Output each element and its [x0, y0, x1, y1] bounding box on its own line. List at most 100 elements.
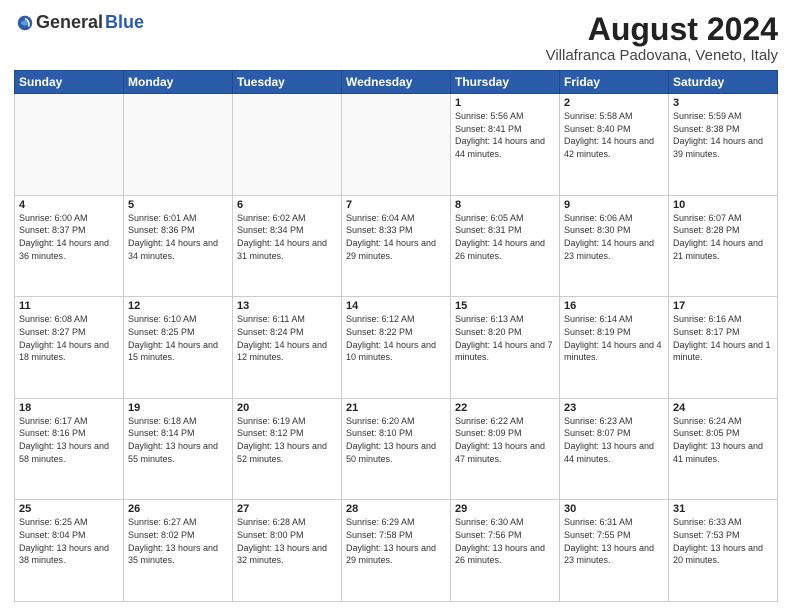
calendar-cell: 28Sunrise: 6:29 AM Sunset: 7:58 PM Dayli…: [342, 500, 451, 602]
calendar-cell: 2Sunrise: 5:58 AM Sunset: 8:40 PM Daylig…: [560, 94, 669, 196]
day-number: 23: [564, 402, 664, 414]
day-number: 12: [128, 300, 228, 312]
calendar-cell: 1Sunrise: 5:56 AM Sunset: 8:41 PM Daylig…: [451, 94, 560, 196]
day-info: Sunrise: 6:30 AM Sunset: 7:56 PM Dayligh…: [455, 516, 555, 566]
calendar-cell: 26Sunrise: 6:27 AM Sunset: 8:02 PM Dayli…: [124, 500, 233, 602]
day-info: Sunrise: 6:17 AM Sunset: 8:16 PM Dayligh…: [19, 415, 119, 465]
calendar-cell: 18Sunrise: 6:17 AM Sunset: 8:16 PM Dayli…: [15, 398, 124, 500]
day-number: 26: [128, 503, 228, 515]
calendar-cell: 21Sunrise: 6:20 AM Sunset: 8:10 PM Dayli…: [342, 398, 451, 500]
day-info: Sunrise: 6:08 AM Sunset: 8:27 PM Dayligh…: [19, 313, 119, 363]
day-number: 13: [237, 300, 337, 312]
month-title: August 2024: [546, 12, 778, 47]
day-number: 28: [346, 503, 446, 515]
day-info: Sunrise: 6:13 AM Sunset: 8:20 PM Dayligh…: [455, 313, 555, 363]
day-info: Sunrise: 6:11 AM Sunset: 8:24 PM Dayligh…: [237, 313, 337, 363]
calendar-cell: 12Sunrise: 6:10 AM Sunset: 8:25 PM Dayli…: [124, 297, 233, 399]
day-number: 25: [19, 503, 119, 515]
calendar-cell: [233, 94, 342, 196]
day-number: 10: [673, 199, 773, 211]
day-header-monday: Monday: [124, 71, 233, 94]
calendar-cell: [124, 94, 233, 196]
day-info: Sunrise: 6:04 AM Sunset: 8:33 PM Dayligh…: [346, 212, 446, 262]
day-number: 7: [346, 199, 446, 211]
day-number: 21: [346, 402, 446, 414]
day-number: 9: [564, 199, 664, 211]
day-info: Sunrise: 6:07 AM Sunset: 8:28 PM Dayligh…: [673, 212, 773, 262]
title-block: August 2024 Villafranca Padovana, Veneto…: [546, 12, 778, 64]
calendar-cell: [342, 94, 451, 196]
calendar-body: 1Sunrise: 5:56 AM Sunset: 8:41 PM Daylig…: [15, 94, 778, 602]
day-header-saturday: Saturday: [669, 71, 778, 94]
calendar-cell: 14Sunrise: 6:12 AM Sunset: 8:22 PM Dayli…: [342, 297, 451, 399]
page: General Blue August 2024 Villafranca Pad…: [0, 0, 792, 612]
day-info: Sunrise: 6:22 AM Sunset: 8:09 PM Dayligh…: [455, 415, 555, 465]
day-number: 11: [19, 300, 119, 312]
day-number: 8: [455, 199, 555, 211]
day-info: Sunrise: 5:56 AM Sunset: 8:41 PM Dayligh…: [455, 110, 555, 160]
day-number: 2: [564, 97, 664, 109]
day-info: Sunrise: 6:00 AM Sunset: 8:37 PM Dayligh…: [19, 212, 119, 262]
day-header-wednesday: Wednesday: [342, 71, 451, 94]
day-number: 30: [564, 503, 664, 515]
day-info: Sunrise: 6:10 AM Sunset: 8:25 PM Dayligh…: [128, 313, 228, 363]
logo-general-text: General: [36, 12, 103, 33]
day-number: 24: [673, 402, 773, 414]
day-number: 5: [128, 199, 228, 211]
calendar-cell: [15, 94, 124, 196]
day-info: Sunrise: 6:16 AM Sunset: 8:17 PM Dayligh…: [673, 313, 773, 363]
header: General Blue August 2024 Villafranca Pad…: [14, 12, 778, 64]
day-info: Sunrise: 6:27 AM Sunset: 8:02 PM Dayligh…: [128, 516, 228, 566]
calendar-cell: 6Sunrise: 6:02 AM Sunset: 8:34 PM Daylig…: [233, 195, 342, 297]
day-number: 4: [19, 199, 119, 211]
calendar-cell: 8Sunrise: 6:05 AM Sunset: 8:31 PM Daylig…: [451, 195, 560, 297]
day-info: Sunrise: 6:29 AM Sunset: 7:58 PM Dayligh…: [346, 516, 446, 566]
day-header-tuesday: Tuesday: [233, 71, 342, 94]
day-info: Sunrise: 6:25 AM Sunset: 8:04 PM Dayligh…: [19, 516, 119, 566]
day-number: 17: [673, 300, 773, 312]
calendar-cell: 11Sunrise: 6:08 AM Sunset: 8:27 PM Dayli…: [15, 297, 124, 399]
day-info: Sunrise: 6:14 AM Sunset: 8:19 PM Dayligh…: [564, 313, 664, 363]
day-info: Sunrise: 6:23 AM Sunset: 8:07 PM Dayligh…: [564, 415, 664, 465]
calendar-table: SundayMondayTuesdayWednesdayThursdayFrid…: [14, 70, 778, 602]
day-info: Sunrise: 6:19 AM Sunset: 8:12 PM Dayligh…: [237, 415, 337, 465]
calendar-header-row: SundayMondayTuesdayWednesdayThursdayFrid…: [15, 71, 778, 94]
day-number: 6: [237, 199, 337, 211]
day-header-sunday: Sunday: [15, 71, 124, 94]
calendar-cell: 19Sunrise: 6:18 AM Sunset: 8:14 PM Dayli…: [124, 398, 233, 500]
calendar-cell: 3Sunrise: 5:59 AM Sunset: 8:38 PM Daylig…: [669, 94, 778, 196]
day-number: 16: [564, 300, 664, 312]
day-info: Sunrise: 5:59 AM Sunset: 8:38 PM Dayligh…: [673, 110, 773, 160]
day-number: 31: [673, 503, 773, 515]
calendar-cell: 5Sunrise: 6:01 AM Sunset: 8:36 PM Daylig…: [124, 195, 233, 297]
calendar-cell: 22Sunrise: 6:22 AM Sunset: 8:09 PM Dayli…: [451, 398, 560, 500]
logo-icon: [16, 14, 34, 32]
calendar-cell: 10Sunrise: 6:07 AM Sunset: 8:28 PM Dayli…: [669, 195, 778, 297]
calendar-week-2: 4Sunrise: 6:00 AM Sunset: 8:37 PM Daylig…: [15, 195, 778, 297]
day-info: Sunrise: 6:02 AM Sunset: 8:34 PM Dayligh…: [237, 212, 337, 262]
calendar-cell: 23Sunrise: 6:23 AM Sunset: 8:07 PM Dayli…: [560, 398, 669, 500]
calendar-week-5: 25Sunrise: 6:25 AM Sunset: 8:04 PM Dayli…: [15, 500, 778, 602]
day-info: Sunrise: 6:12 AM Sunset: 8:22 PM Dayligh…: [346, 313, 446, 363]
day-number: 14: [346, 300, 446, 312]
day-number: 19: [128, 402, 228, 414]
calendar-cell: 4Sunrise: 6:00 AM Sunset: 8:37 PM Daylig…: [15, 195, 124, 297]
day-info: Sunrise: 6:31 AM Sunset: 7:55 PM Dayligh…: [564, 516, 664, 566]
day-number: 29: [455, 503, 555, 515]
calendar-cell: 7Sunrise: 6:04 AM Sunset: 8:33 PM Daylig…: [342, 195, 451, 297]
day-number: 1: [455, 97, 555, 109]
calendar-cell: 31Sunrise: 6:33 AM Sunset: 7:53 PM Dayli…: [669, 500, 778, 602]
day-info: Sunrise: 6:33 AM Sunset: 7:53 PM Dayligh…: [673, 516, 773, 566]
day-number: 3: [673, 97, 773, 109]
day-info: Sunrise: 6:24 AM Sunset: 8:05 PM Dayligh…: [673, 415, 773, 465]
logo-blue-text: Blue: [105, 12, 144, 33]
day-header-friday: Friday: [560, 71, 669, 94]
calendar-cell: 16Sunrise: 6:14 AM Sunset: 8:19 PM Dayli…: [560, 297, 669, 399]
calendar-cell: 15Sunrise: 6:13 AM Sunset: 8:20 PM Dayli…: [451, 297, 560, 399]
calendar-cell: 29Sunrise: 6:30 AM Sunset: 7:56 PM Dayli…: [451, 500, 560, 602]
calendar-cell: 9Sunrise: 6:06 AM Sunset: 8:30 PM Daylig…: [560, 195, 669, 297]
calendar-cell: 20Sunrise: 6:19 AM Sunset: 8:12 PM Dayli…: [233, 398, 342, 500]
location-title: Villafranca Padovana, Veneto, Italy: [546, 47, 778, 64]
day-number: 22: [455, 402, 555, 414]
calendar-cell: 17Sunrise: 6:16 AM Sunset: 8:17 PM Dayli…: [669, 297, 778, 399]
